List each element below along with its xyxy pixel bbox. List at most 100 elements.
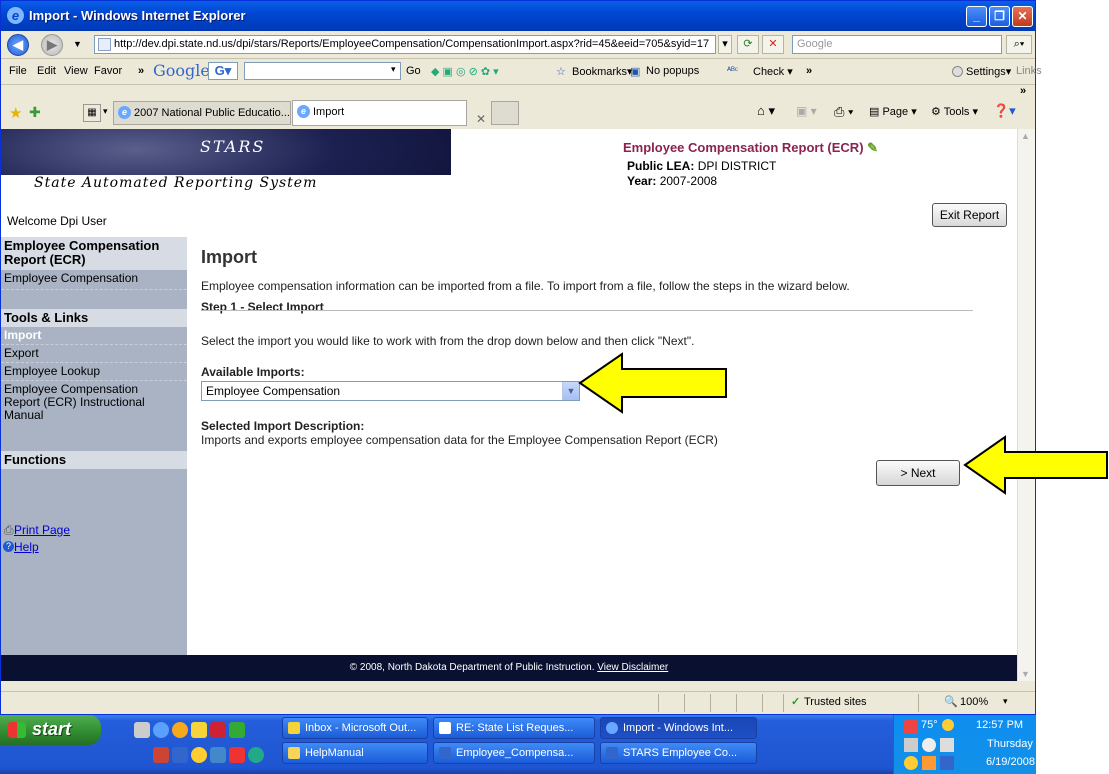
taskbar-button-re-state-list[interactable]: RE: State List Reques... [433, 717, 595, 739]
google-search-field[interactable] [244, 62, 401, 80]
sidebar-item-employee-lookup[interactable]: Employee Lookup [1, 365, 187, 381]
tray-icon[interactable] [904, 720, 918, 734]
close-button[interactable]: ✕ [1012, 6, 1033, 27]
taskbar-button-import[interactable]: Import - Windows Int... [600, 717, 757, 739]
tray-icon[interactable] [922, 756, 936, 770]
toolbar-icons[interactable]: ◆ ▣ ◎ ⊘ ✿ ▾ [431, 65, 499, 78]
vertical-scrollbar[interactable]: ▲ ▼ [1017, 129, 1035, 681]
menu-edit[interactable]: Edit [37, 65, 56, 77]
stop-icon[interactable]: ✕ [762, 35, 784, 54]
menu-favorites[interactable]: Favor [94, 65, 122, 77]
app-icon[interactable] [210, 722, 226, 738]
tray-icon[interactable] [922, 738, 936, 752]
ie-small-icon [606, 722, 618, 734]
taskbar-button-stars-employee[interactable]: STARS Employee Co... [600, 742, 757, 764]
zoom-level[interactable]: 100% [960, 696, 988, 708]
outlook-icon[interactable] [191, 722, 207, 738]
tools-menu[interactable]: ⚙ Tools ▾ [931, 105, 978, 118]
quick-tabs-icon[interactable]: ▦ [83, 104, 101, 122]
bookmarks-button[interactable]: Bookmarks▾ [572, 65, 633, 78]
history-dropdown-icon[interactable]: ▼ [73, 39, 82, 49]
start-button[interactable]: start [0, 715, 101, 745]
links-button[interactable]: Links [1016, 65, 1042, 77]
menu-file[interactable]: File [9, 65, 27, 77]
back-button[interactable]: ◀ [7, 34, 29, 56]
home-icon[interactable]: ⌂ ▾ [757, 103, 775, 119]
firefox-icon[interactable] [172, 722, 188, 738]
lea-label: Public LEA: [627, 159, 695, 173]
bookmarks-star-icon[interactable]: ☆ [556, 65, 566, 78]
refresh-icon[interactable]: ⟳ [737, 35, 759, 54]
browser-window: e Import - Windows Internet Explorer _ ❐… [0, 0, 1042, 715]
tab-import[interactable]: e Import [292, 100, 467, 126]
quicklaunch-icon[interactable] [134, 722, 150, 738]
favorites-star-icon[interactable]: ★ [9, 104, 22, 122]
app-icon[interactable] [229, 747, 245, 763]
maximize-button[interactable]: ❐ [989, 6, 1010, 27]
taskbar-button-helpmanual[interactable]: HelpManual [282, 742, 428, 764]
windows-flag-icon [8, 722, 26, 738]
folder-icon [288, 747, 300, 759]
sidebar-item-instructional-manual[interactable]: Employee Compensation Report (ECR) Instr… [1, 383, 171, 427]
search-input[interactable]: Google [792, 35, 1002, 54]
app-icon[interactable] [191, 747, 207, 763]
google-dropdown-icon[interactable]: ▾ [391, 64, 396, 75]
volume-icon[interactable] [904, 756, 918, 770]
help-menu-icon[interactable]: ❓▾ [993, 103, 1016, 119]
help-icon: ? [3, 541, 14, 552]
app-icon[interactable] [153, 747, 169, 763]
new-tab-button[interactable] [491, 101, 519, 125]
url-dropdown-icon[interactable]: ▾ [718, 35, 732, 54]
taskbar-button-employee-compensa[interactable]: Employee_Compensa... [433, 742, 595, 764]
app-icon[interactable] [248, 747, 264, 763]
taskbar-button-inbox[interactable]: Inbox - Microsoft Out... [282, 717, 428, 739]
minimize-button[interactable]: _ [966, 6, 987, 27]
exit-report-button[interactable]: Exit Report [932, 203, 1007, 227]
zoom-dropdown-icon[interactable]: ▾ [1003, 696, 1008, 707]
forward-button[interactable]: ▶ [41, 34, 63, 56]
google-menu-icon[interactable]: G▾ [208, 62, 238, 80]
tray-icon[interactable] [940, 756, 954, 770]
sidebar-item-import[interactable]: Import [1, 329, 187, 345]
toolbar-chevron[interactable]: » [1020, 85, 1026, 97]
status-bar: ✓ Trusted sites 🔍 100% ▾ [1, 691, 1035, 713]
excel-icon[interactable] [229, 722, 245, 738]
scroll-up-icon[interactable]: ▲ [1021, 131, 1030, 141]
chevron-down-icon[interactable]: ▼ [562, 382, 579, 400]
url-input[interactable]: http://dev.dpi.state.nd.us/dpi/stars/Rep… [94, 35, 716, 54]
settings-icon[interactable] [952, 66, 963, 77]
tray-icon[interactable] [940, 738, 954, 752]
tab-education[interactable]: e 2007 National Public Educatio... [113, 101, 291, 125]
print-icon[interactable]: ⎙ ▾ [834, 104, 853, 120]
scroll-down-icon[interactable]: ▼ [1021, 669, 1030, 679]
google-go-button[interactable]: Go [406, 65, 421, 77]
page-menu[interactable]: ▤ Page ▾ [869, 105, 917, 118]
next-button[interactable]: > Next [876, 460, 960, 486]
network-icon[interactable] [904, 738, 918, 752]
more-chevron[interactable]: » [806, 65, 812, 77]
available-imports-select[interactable]: Employee Compensation ▼ [201, 381, 580, 401]
check-button[interactable]: Check ▾ [753, 65, 793, 78]
welcome-text: Welcome Dpi User [7, 214, 107, 228]
disclaimer-link[interactable]: View Disclaimer [597, 662, 668, 673]
print-page-link[interactable]: Print Page [14, 523, 70, 537]
sidebar-item-export[interactable]: Export [1, 347, 187, 363]
close-tab-icon[interactable]: ✕ [476, 112, 486, 126]
help-link[interactable]: Help [14, 540, 39, 554]
report-logo-icon: ✎ [867, 140, 879, 155]
word-icon[interactable] [172, 747, 188, 763]
menu-chevron[interactable]: » [138, 65, 144, 77]
ie-quicklaunch-icon[interactable] [153, 722, 169, 738]
status-separator [658, 694, 659, 712]
feeds-icon[interactable]: ▣ ▾ [796, 104, 817, 118]
sidebar-item-employee-compensation[interactable]: Employee Compensation [1, 272, 187, 290]
add-favorite-icon[interactable]: ✚ [29, 104, 41, 121]
tab-list-icon[interactable]: ▾ [103, 106, 108, 117]
menu-view[interactable]: View [64, 65, 88, 77]
no-popups-button[interactable]: No popups [646, 65, 699, 77]
app-icon[interactable] [210, 747, 226, 763]
search-icon[interactable]: ⌕▾ [1006, 35, 1032, 54]
description-label: Selected Import Description: [201, 419, 365, 433]
status-separator [736, 694, 737, 712]
settings-button[interactable]: Settings▾ [966, 65, 1011, 78]
